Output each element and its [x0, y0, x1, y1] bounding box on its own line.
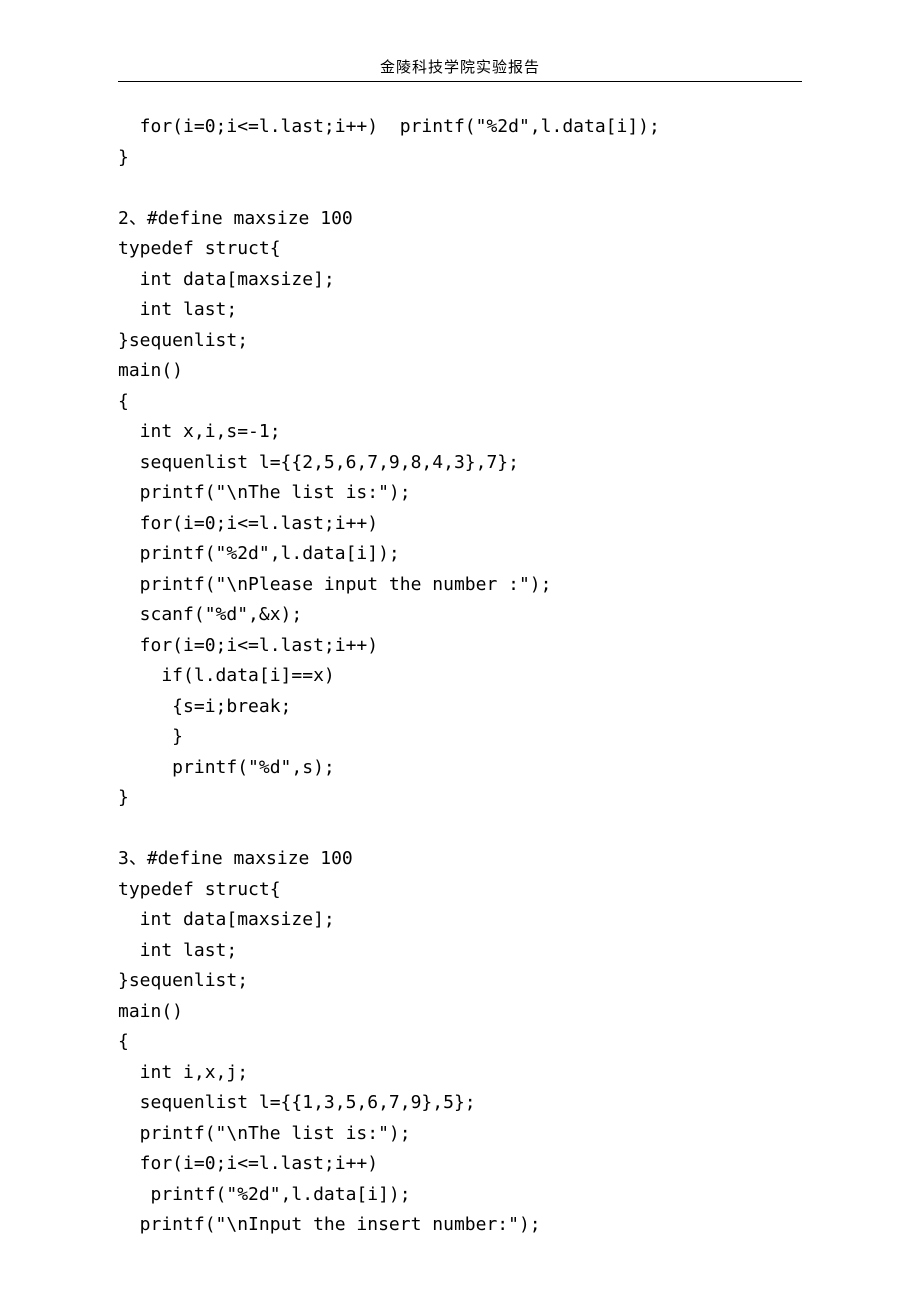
- document-page: 金陵科技学院实验报告 for(i=0;i<=l.last;i++) printf…: [0, 0, 920, 1301]
- page-header: 金陵科技学院实验报告: [118, 56, 802, 81]
- header-underline: [118, 81, 802, 82]
- code-content: for(i=0;i<=l.last;i++) printf("%2d",l.da…: [118, 112, 802, 1241]
